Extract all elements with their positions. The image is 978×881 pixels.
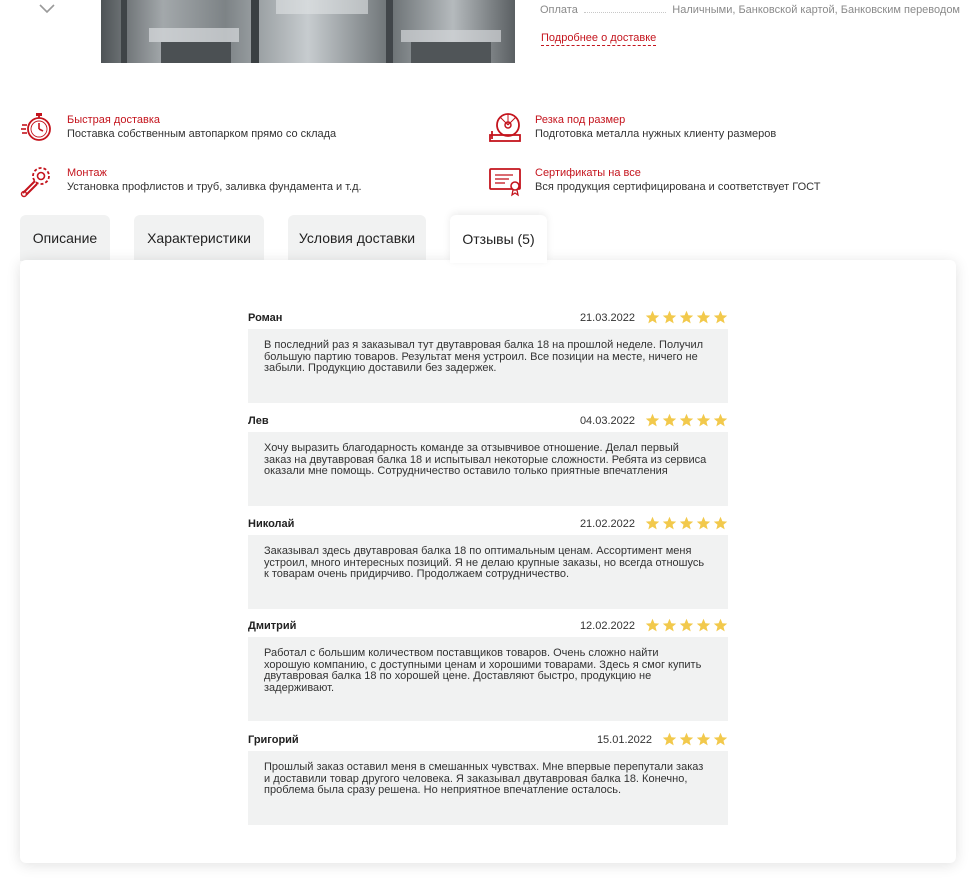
star-icon <box>696 618 711 632</box>
review-item: Роман 21.03.2022 В последний раз я заказыв… <box>248 310 728 403</box>
review-header: Роман 21.03.2022 <box>248 310 728 328</box>
tab-characteristics[interactable]: Характеристики <box>134 215 264 261</box>
feature-installation: Монтаж Установка профлистов и труб, зали… <box>20 166 362 198</box>
review-author: Николай <box>248 518 295 530</box>
feature-description: Поставка собственным автопарком прямо со… <box>67 128 337 140</box>
tab-reviews[interactable]: Отзывы (5) <box>450 215 547 263</box>
review-author: Григорий <box>248 734 299 746</box>
product-photo <box>101 0 515 63</box>
review-text-line: В последний раз я заказывал тут двутавро… <box>264 339 704 351</box>
rating-stars <box>660 732 728 747</box>
star-icon <box>713 732 728 746</box>
star-icon <box>645 516 660 530</box>
star-icon <box>645 413 660 427</box>
star-icon <box>713 618 728 632</box>
feature-title: Быстрая доставка <box>67 114 160 126</box>
star-icon <box>696 413 711 427</box>
star-icon <box>679 310 694 324</box>
review-header: Николай 21.02.2022 <box>248 516 728 534</box>
rating-stars <box>643 618 728 633</box>
feature-description: Установка профлистов и труб, заливка фун… <box>67 181 362 193</box>
wrench-gear-icon <box>20 167 50 198</box>
star-icon <box>679 516 694 530</box>
review-text-line: проблема была сразу решена. Но неприятно… <box>264 784 622 796</box>
star-icon <box>696 732 711 746</box>
star-icon <box>662 732 677 746</box>
review-item: Лев 04.03.2022 Хочу выразить благодарность… <box>248 413 728 506</box>
star-icon <box>662 516 677 530</box>
review-text: Прошлый заказ оставил меня в смешанных ч… <box>248 751 728 825</box>
rating-stars <box>643 516 728 531</box>
review-text-line: Хочу выразить благодарность команде за о… <box>264 442 679 454</box>
star-icon <box>662 413 677 427</box>
dotted-leader <box>583 5 667 13</box>
payment-value: Наличными, Банковской картой, Банковским… <box>672 4 960 16</box>
star-icon <box>713 310 728 324</box>
delivery-details-link[interactable]: Подробнее о доставке <box>541 32 657 46</box>
star-icon <box>679 618 694 632</box>
review-text-line: задерживают. <box>264 681 335 694</box>
star-icon <box>662 310 677 324</box>
review-header: Григорий 15.01.2022 <box>248 732 728 750</box>
feature-title: Монтаж <box>67 167 107 179</box>
certificate-icon <box>489 168 521 197</box>
feature-title: Сертификаты на все <box>535 167 641 179</box>
star-icon <box>696 310 711 324</box>
feature-cutting: Резка под размер Подготовка металла нужн… <box>488 113 776 145</box>
review-date: 21.03.2022 <box>579 312 635 324</box>
payment-label: Оплата <box>540 4 578 16</box>
feature-certificates: Сертификаты на все Вся продукция сертифи… <box>488 166 820 198</box>
review-author: Дмитрий <box>248 620 297 632</box>
review-item: Григорий 15.01.2022 Прошлый заказ оставил … <box>248 732 728 825</box>
review-text: Хочу выразить благодарность команде за о… <box>248 432 728 506</box>
review-text: Работал с большим количеством поставщико… <box>248 637 728 721</box>
review-text-line: Работал с большим количеством поставщико… <box>264 647 659 659</box>
review-text-line: оказали мне помощь. Сотрудничество остав… <box>264 465 668 477</box>
star-icon <box>662 618 677 632</box>
review-date: 15.01.2022 <box>596 734 652 746</box>
chevron-down-icon[interactable] <box>38 2 56 14</box>
feature-description: Подготовка металла нужных клиенту размер… <box>535 128 777 140</box>
feature-title: Резка под размер <box>535 114 626 126</box>
review-text: В последний раз я заказывал тут двутавро… <box>248 329 728 403</box>
review-date: 21.02.2022 <box>579 518 635 530</box>
star-icon <box>679 413 694 427</box>
circular-saw-icon <box>489 113 521 142</box>
review-date: 12.02.2022 <box>579 620 635 632</box>
review-date: 04.03.2022 <box>579 415 635 427</box>
review-text-line: двутавровая балка 18 по хорошей цене. До… <box>264 670 652 682</box>
star-icon <box>645 618 660 632</box>
review-header: Дмитрий 12.02.2022 <box>248 618 728 636</box>
tab-delivery-terms[interactable]: Условия доставки <box>288 215 426 261</box>
review-item: Николай 21.02.2022 Заказывал здесь двутавр… <box>248 516 728 609</box>
star-icon <box>679 732 694 746</box>
rating-stars <box>643 310 728 325</box>
stopwatch-icon <box>21 113 51 141</box>
review-author: Лев <box>248 415 269 427</box>
review-header: Лев 04.03.2022 <box>248 413 728 431</box>
review-text-line: забыли. Продукцию доставили без задержек… <box>264 362 497 374</box>
star-icon <box>713 413 728 427</box>
tab-description[interactable]: Описание <box>20 215 110 261</box>
review-author: Роман <box>248 312 283 324</box>
review-text-line: Заказывал здесь двутавровая балка 18 по … <box>264 545 692 557</box>
star-icon <box>713 516 728 530</box>
review-item: Дмитрий 12.02.2022 Работал с большим колич… <box>248 618 728 721</box>
review-text-line: Прошлый заказ оставил меня в смешанных ч… <box>264 761 704 773</box>
star-icon <box>696 516 711 530</box>
review-text-line: к товарам очень придирчиво. Продолжаем с… <box>264 568 570 580</box>
feature-description: Вся продукция сертифицирована и соответс… <box>535 181 821 193</box>
review-text: Заказывал здесь двутавровая балка 18 по … <box>248 535 728 609</box>
payment-row: Оплата Наличными, Банковской картой, Бан… <box>540 4 960 16</box>
rating-stars <box>643 413 728 428</box>
star-icon <box>645 310 660 324</box>
feature-fast-delivery: Быстрая доставка Поставка собственным ав… <box>20 113 336 145</box>
